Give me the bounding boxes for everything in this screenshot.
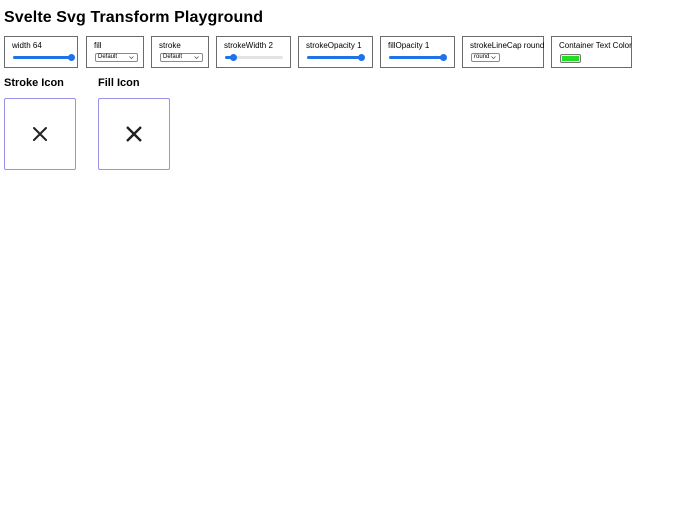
stroke-icon-container [4,98,76,170]
stroke-width-slider-thumb[interactable] [230,54,238,61]
fill-icon-container [98,98,170,170]
close-x-icon [33,127,47,141]
stroke-opacity-slider[interactable] [307,54,365,61]
stroke-label: stroke [159,41,181,50]
stroke-width-slider[interactable] [225,54,283,61]
fill-opacity-control: fillOpacity 1 [380,36,455,68]
fill-label: fill [94,41,102,50]
width-slider[interactable] [13,54,75,61]
page-title: Svelte Svg Transform Playground [4,9,264,26]
stroke-line-cap-select[interactable]: round [471,53,500,62]
width-slider-fill [13,56,72,59]
stroke-select[interactable]: Default [160,53,203,62]
container-text-color-control: Container Text Color [551,36,632,68]
chevron-down-icon [491,56,496,59]
color-swatch [562,56,579,61]
stroke-opacity-control: strokeOpacity 1 [298,36,373,68]
stroke-opacity-label: strokeOpacity 1 [306,41,362,50]
stroke-opacity-slider-fill [307,56,362,59]
stroke-select-value: Default [163,54,183,60]
fill-opacity-slider-thumb[interactable] [440,54,447,61]
stroke-control: stroke Default [151,36,209,68]
fill-opacity-slider[interactable] [389,54,447,61]
width-slider-thumb[interactable] [68,54,75,61]
fill-icon-title: Fill Icon [98,77,140,89]
fill-control: fill Default [86,36,144,68]
width-control: width 64 [4,36,78,68]
close-x-icon [126,126,142,142]
stroke-line-cap-label: strokeLineCap round [470,41,545,50]
stroke-width-label: strokeWidth 2 [224,41,273,50]
fill-opacity-slider-fill [389,56,444,59]
fill-select-value: Default [98,54,118,60]
stroke-opacity-slider-thumb[interactable] [358,54,365,61]
stroke-icon-title: Stroke Icon [4,77,64,89]
container-text-color-label: Container Text Color [559,41,632,50]
chevron-down-icon [194,56,199,59]
fill-opacity-label: fillOpacity 1 [388,41,430,50]
width-label: width 64 [12,41,42,50]
chevron-down-icon [129,56,134,59]
container-text-color-picker[interactable] [560,54,581,63]
stroke-line-cap-control: strokeLineCap round round [462,36,544,68]
stroke-width-control: strokeWidth 2 [216,36,291,68]
stroke-line-cap-select-value: round [474,54,490,60]
fill-select[interactable]: Default [95,53,138,62]
